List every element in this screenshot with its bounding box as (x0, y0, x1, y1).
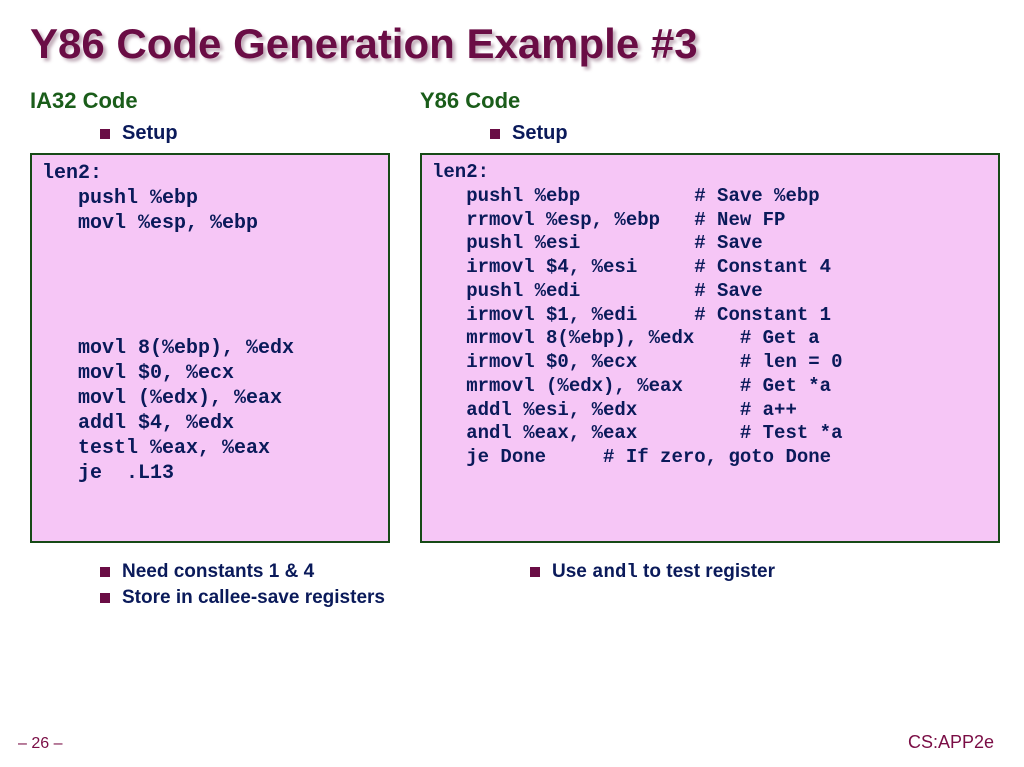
bullet-icon (100, 567, 110, 577)
footer-bullet-constants: Need constants 1 & 4 (122, 561, 314, 583)
text-mono: andl (592, 561, 638, 583)
y86-bullet: Setup (512, 122, 568, 145)
ia32-heading: IA32 Code (30, 88, 390, 114)
bullet-icon (100, 129, 110, 139)
bullet-icon (100, 593, 110, 603)
text-post: to test register (638, 561, 775, 582)
page-number: – 26 – (18, 735, 62, 753)
bullet-icon (530, 567, 540, 577)
slide-title: Y86 Code Generation Example #3 (30, 20, 994, 68)
y86-code-block: len2: pushl %ebp # Save %ebp rrmovl %esp… (420, 153, 1000, 543)
footer-bullet-callee: Store in callee-save registers (122, 587, 385, 609)
ia32-bullet: Setup (122, 122, 178, 145)
footer-bullet-andl: Use andl to test register (552, 561, 775, 583)
text-pre: Use (552, 561, 592, 582)
y86-heading: Y86 Code (420, 88, 1000, 114)
ia32-code-block: len2: pushl %ebp movl %esp, %ebp movl 8(… (30, 153, 390, 543)
course-label: CS:APP2e (908, 732, 994, 753)
bullet-icon (490, 129, 500, 139)
